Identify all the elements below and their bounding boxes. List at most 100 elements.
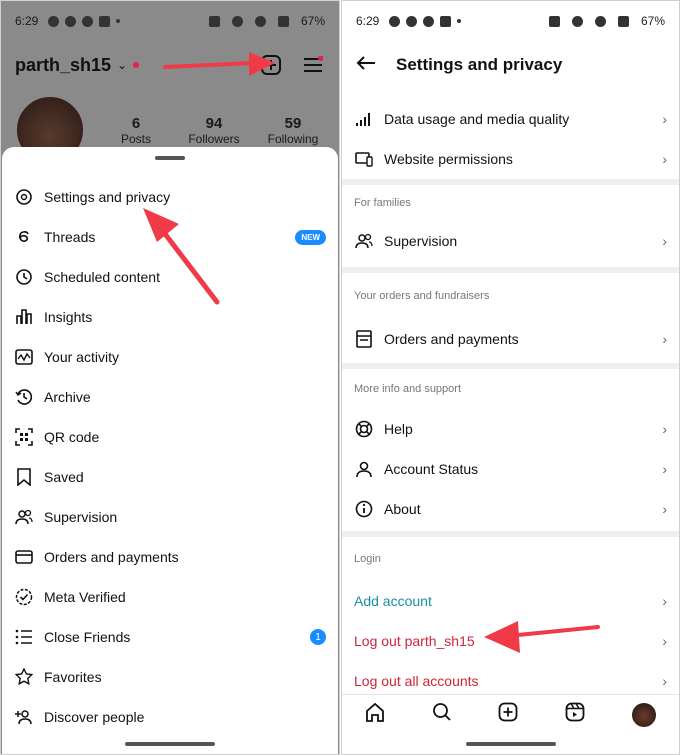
wifi-icon (571, 15, 583, 27)
chevron-right-icon: › (662, 501, 667, 517)
chevron-right-icon: › (662, 673, 667, 689)
notification-dot (133, 62, 140, 68)
menu-item-orders[interactable]: Orders and payments (2, 537, 338, 577)
settings-list: Data usage and media quality › Website p… (342, 99, 679, 701)
chevron-right-icon: › (662, 593, 667, 609)
create-post-icon[interactable] (259, 53, 283, 77)
back-arrow-icon[interactable] (356, 55, 376, 76)
profile-username[interactable]: parth_sh15 (15, 55, 111, 76)
section-heading-support: More info and support (354, 383, 462, 395)
signal-bars-icon (594, 15, 606, 27)
bottom-nav (342, 694, 679, 734)
more-notifications-icon (116, 19, 121, 23)
battery-percent: 67% (300, 14, 325, 28)
chevron-right-icon: › (662, 233, 667, 249)
settings-row-supervision[interactable]: Supervision › (342, 221, 679, 261)
menu-item-archive[interactable]: Archive (2, 377, 338, 417)
signal-bars-icon (254, 15, 266, 27)
wifi-icon (231, 15, 243, 27)
log-out-button[interactable]: Log out parth_sh15 › (342, 621, 679, 661)
menu-item-label: Supervision (44, 509, 118, 525)
home-indicator (125, 742, 215, 746)
menu-sheet: Settings and privacy Threads NEW Schedul… (2, 147, 338, 754)
menu-item-label: Archive (44, 389, 91, 405)
menu-item-settings[interactable]: Settings and privacy (2, 177, 338, 217)
gallery-icon (440, 15, 452, 27)
menu-item-qr[interactable]: QR code (2, 417, 338, 457)
profile-avatar[interactable] (631, 702, 656, 727)
profile-stats: 6 Posts 94 Followers 59 Following (1, 97, 339, 163)
search-icon[interactable] (432, 702, 452, 727)
settings-row-orders[interactable]: Orders and payments › (342, 319, 679, 359)
reels-icon[interactable] (565, 702, 585, 727)
menu-item-insights[interactable]: Insights (2, 297, 338, 337)
stat-posts[interactable]: 6 Posts (111, 115, 161, 146)
menu-item-close-friends[interactable]: Close Friends 1 (2, 617, 338, 657)
menu-item-saved[interactable]: Saved (2, 457, 338, 497)
more-notifications-icon (457, 19, 462, 23)
menu-icon[interactable] (301, 53, 325, 77)
menu-item-threads[interactable]: Threads NEW (2, 217, 338, 257)
menu-item-supervision[interactable]: Supervision (2, 497, 338, 537)
profile-header: parth_sh15 ⌄ (1, 45, 339, 85)
settings-header: Settings and privacy (342, 45, 679, 85)
messages-icon (389, 15, 401, 27)
log-out-all-label: Log out all accounts (354, 673, 479, 689)
people-icon (354, 231, 374, 251)
home-icon[interactable] (365, 702, 385, 727)
add-account-button[interactable]: Add account › (342, 581, 679, 621)
left-panel: 6:29 67% parth_sh15 ⌄ 6 Posts 94 Followe… (0, 0, 340, 755)
menu-item-label: Favorites (44, 669, 102, 685)
chevron-right-icon: › (662, 111, 667, 127)
settings-row-account-status[interactable]: Account Status › (342, 449, 679, 489)
lifebuoy-icon (354, 419, 374, 439)
create-post-icon[interactable] (498, 702, 518, 727)
stat-followers[interactable]: 94 Followers (184, 115, 244, 146)
sync-icon (423, 15, 435, 27)
card-icon (14, 547, 34, 567)
battery-icon (277, 15, 289, 27)
info-icon (354, 499, 374, 519)
laptop-icon (354, 149, 374, 169)
count-badge: 1 (310, 629, 326, 645)
menu-item-activity[interactable]: Your activity (2, 337, 338, 377)
section-heading-orders: Your orders and fundraisers (354, 290, 490, 302)
menu-item-meta-verified[interactable]: Meta Verified (2, 577, 338, 617)
settings-row-help[interactable]: Help › (342, 409, 679, 449)
stat-posts-label: Posts (120, 132, 151, 146)
menu-item-label: Close Friends (44, 629, 131, 645)
receipt-icon (354, 329, 374, 349)
stat-following[interactable]: 59 Following (263, 115, 323, 146)
settings-row-label: Supervision (384, 233, 458, 249)
bookmark-icon (14, 467, 34, 487)
battery-percent: 67% (640, 14, 665, 28)
menu-item-scheduled[interactable]: Scheduled content (2, 257, 338, 297)
activity-icon (14, 347, 34, 367)
list-icon (14, 627, 34, 647)
status-bar: 6:29 67% (1, 1, 339, 41)
status-time: 6:29 (356, 14, 380, 28)
settings-row-label: Website permissions (384, 151, 513, 167)
menu-item-favorites[interactable]: Favorites (2, 657, 338, 697)
settings-row-data-usage[interactable]: Data usage and media quality › (342, 99, 679, 139)
bar-chart-icon (14, 307, 34, 327)
right-panel: 6:29 67% Settings and privacy Data usage… (341, 0, 680, 755)
menu-item-label: Your activity (44, 349, 119, 365)
stat-followers-label: Followers (188, 132, 240, 146)
chevron-right-icon: › (662, 331, 667, 347)
menu-item-label: Meta Verified (44, 589, 126, 605)
battery-icon (617, 15, 629, 27)
settings-row-website-permissions[interactable]: Website permissions › (342, 139, 679, 179)
chevron-down-icon[interactable]: ⌄ (117, 58, 127, 72)
settings-row-label: Data usage and media quality (384, 111, 570, 127)
chevron-right-icon: › (662, 633, 667, 649)
sheet-drag-handle[interactable] (155, 156, 185, 160)
add-person-icon (14, 707, 34, 727)
settings-icon (14, 187, 34, 207)
threads-icon (14, 227, 34, 247)
menu-item-discover[interactable]: Discover people (2, 697, 338, 737)
add-account-label: Add account (354, 593, 432, 609)
stat-posts-value: 6 (131, 115, 141, 132)
menu-item-label: Threads (44, 229, 96, 245)
settings-row-about[interactable]: About › (342, 489, 679, 529)
